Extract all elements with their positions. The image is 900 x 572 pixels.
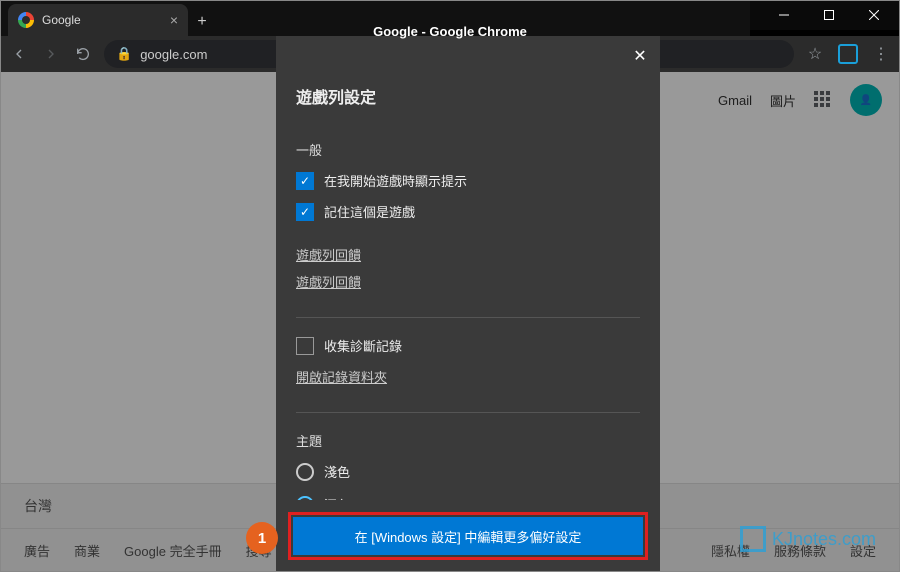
open-log-folder-link[interactable]: 開啟記錄資料夾 — [296, 367, 387, 386]
checkbox-remember-game[interactable]: ✓ 記住這個是遊戲 — [296, 202, 640, 221]
radio-label: 淺色 — [324, 462, 350, 481]
annotation-highlight: 在 [Windows 設定] 中編輯更多偏好設定 — [288, 512, 648, 560]
panel-close-button[interactable]: ✕ — [628, 44, 652, 68]
check-icon: ✓ — [296, 172, 314, 190]
gamebar-window-title: Google - Google Chrome — [0, 24, 900, 39]
reload-button[interactable] — [72, 43, 94, 65]
section-general: 一般 — [296, 140, 640, 159]
menu-icon[interactable]: ⋮ — [870, 43, 892, 65]
radio-icon — [296, 463, 314, 481]
lock-icon: 🔒 — [116, 46, 132, 62]
back-button[interactable] — [8, 43, 30, 65]
watermark: KJnotes.com — [740, 526, 876, 552]
gamebar-settings-panel: ✕ 遊戲列設定 一般 ✓ 在我開始遊戲時顯示提示 ✓ 記住這個是遊戲 遊戲列回饋… — [276, 36, 660, 572]
feedback-link[interactable]: 遊戲列回饋 — [296, 272, 361, 291]
checkbox-show-tips[interactable]: ✓ 在我開始遊戲時顯示提示 — [296, 171, 640, 190]
checkbox-label: 收集診斷記錄 — [324, 336, 402, 355]
annotation-badge: 1 — [246, 522, 278, 554]
checkbox-empty-icon — [296, 337, 314, 355]
divider — [296, 412, 640, 413]
checkbox-label: 在我開始遊戲時顯示提示 — [324, 171, 467, 190]
section-theme: 主題 — [296, 431, 640, 450]
panel-title: 遊戲列設定 — [296, 84, 640, 108]
divider — [296, 317, 640, 318]
url-text: google.com — [140, 47, 207, 62]
feedback-link[interactable]: 遊戲列回饋 — [296, 245, 361, 264]
watermark-logo-icon — [740, 526, 766, 552]
translate-icon[interactable] — [838, 44, 858, 64]
checkbox-label: 記住這個是遊戲 — [324, 202, 415, 221]
watermark-text: KJnotes.com — [772, 529, 876, 550]
star-icon[interactable]: ☆ — [804, 43, 826, 65]
check-icon: ✓ — [296, 203, 314, 221]
more-settings-button[interactable]: 在 [Windows 設定] 中編輯更多偏好設定 — [293, 517, 643, 555]
forward-button[interactable] — [40, 43, 62, 65]
checkbox-collect-diagnostics[interactable]: 收集診斷記錄 — [296, 336, 640, 355]
radio-light[interactable]: 淺色 — [296, 462, 640, 481]
